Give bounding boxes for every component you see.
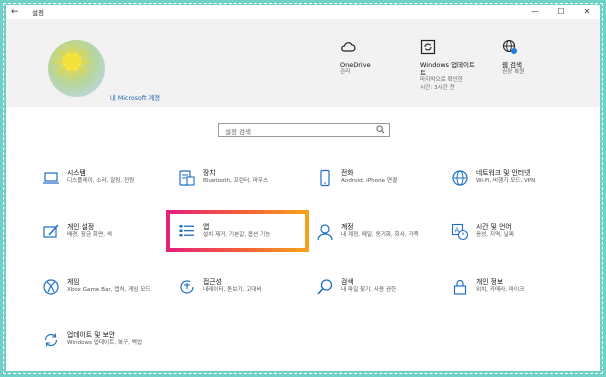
tile-title: 시스템 [67, 169, 86, 177]
lock-icon [453, 279, 467, 295]
tile-system[interactable]: 시스템 디스플레이, 소리, 알림, 전원 [42, 167, 177, 199]
tile-accounts[interactable]: 계정 내 계정, 메일, 동기화, 회사, 가족 [316, 221, 451, 253]
tile-desc: 내레이터, 돋보기, 고대비 [203, 287, 262, 293]
sync-icon [420, 39, 436, 55]
tile-desc: 위치, 카메라, 마이크 [476, 287, 525, 293]
sunflower-image [54, 46, 90, 78]
tile-phone[interactable]: 전화 Android, iPhone 연결 [316, 167, 451, 199]
keyboard-icon [179, 170, 195, 186]
cloud-icon [340, 39, 356, 55]
tile-desc: 내 계정, 메일, 동기화, 회사, 가족 [341, 232, 419, 238]
windows-update-title: Windows 업데이트 [420, 61, 476, 69]
title-bar: ← 설정 — ☐ ✕ [6, 5, 600, 19]
onedrive-item[interactable]: OneDrive 관리 [340, 39, 371, 77]
tile-desc: 디스플레이, 소리, 알림, 전원 [67, 178, 135, 184]
tile-title: 게임 [67, 278, 80, 286]
tile-desc: 배경, 잠금 화면, 색 [67, 232, 112, 238]
tile-title: 계정 [341, 223, 354, 231]
tile-accessibility[interactable]: 접근성 내레이터, 돋보기, 고대비 [178, 276, 313, 308]
xbox-icon [43, 279, 59, 295]
tile-privacy[interactable]: 개인 정보 위치, 카메라, 마이크 [451, 276, 586, 308]
tile-desc: 음성, 지역, 날짜 [476, 232, 514, 238]
time-language-icon: A [451, 223, 469, 241]
account-header: 내 Microsoft 계정 OneDrive 관리 Windows 업데이트 … [6, 19, 600, 107]
windows-update-sub1: 마지막으로 확인한 [420, 77, 463, 83]
avatar[interactable] [48, 40, 105, 97]
tile-search[interactable]: 검색 내 파일 찾기, 사용 권한 [316, 276, 451, 308]
minimize-button[interactable]: — [524, 5, 546, 19]
tile-desc: 내 파일 찾기, 사용 권한 [341, 287, 397, 293]
tile-title: 전화 [341, 169, 354, 177]
windows-update-title-wrap: 트 [420, 69, 426, 77]
laptop-icon [43, 172, 59, 184]
update-icon [44, 333, 58, 347]
tile-title: 장치 [203, 169, 216, 177]
search-placeholder: 설정 검색 [225, 128, 251, 136]
accessibility-icon [180, 280, 194, 294]
search-icon [317, 279, 333, 295]
paint-icon [43, 224, 59, 238]
maximize-button[interactable]: ☐ [550, 5, 572, 19]
tile-title: 검색 [341, 278, 354, 286]
windows-update-item[interactable]: Windows 업데이트 트 마지막으로 확인한 시간: 3시간 전 [420, 39, 475, 92]
person-icon [317, 224, 333, 241]
tile-desc: Xbox Game Bar, 캡처, 게임 모드 [67, 287, 151, 293]
window-title: 설정 [32, 9, 44, 17]
tile-gaming[interactable]: 게임 Xbox Game Bar, 캡처, 게임 모드 [42, 276, 177, 308]
tile-desc: Android, iPhone 연결 [341, 178, 398, 184]
tile-network[interactable]: 네트워크 및 인터넷 Wi-Fi, 비행기 모드, VPN [451, 167, 586, 199]
settings-search-input[interactable]: 설정 검색 [218, 123, 390, 137]
tile-title: 접근성 [203, 278, 222, 286]
tile-title: 개인 설정 [67, 223, 95, 231]
tile-update-security[interactable]: 업데이트 및 보안 Windows 업데이트, 복구, 백업 [42, 329, 177, 361]
tile-desc: Windows 업데이트, 복구, 백업 [67, 340, 143, 346]
onedrive-sub: 관리 [340, 69, 351, 75]
tile-title: 네트워크 및 인터넷 [476, 169, 531, 177]
tile-title: 개인 정보 [476, 278, 504, 286]
tile-desc: Wi-Fi, 비행기 모드, VPN [476, 178, 536, 184]
back-button[interactable]: ← [11, 6, 23, 18]
settings-window: ← 설정 — ☐ ✕ 내 Microsoft 계정 OneDrive 관리 Wi… [6, 5, 600, 371]
apps-highlight-box [166, 210, 309, 252]
globe-icon [502, 39, 518, 55]
tile-personalization[interactable]: 개인 설정 배경, 잠금 화면, 색 [42, 221, 177, 253]
tile-title: 업데이트 및 보안 [67, 331, 116, 339]
globe-icon [452, 170, 468, 186]
web-search-item[interactable]: 웹 검색 권장 복원 [502, 39, 524, 77]
phone-icon [320, 169, 330, 187]
magnifier-icon [376, 125, 385, 136]
web-search-title: 웹 검색 [502, 61, 523, 69]
tile-time-language[interactable]: A 시간 및 언어 음성, 지역, 날짜 [451, 221, 586, 253]
tile-title: 시간 및 언어 [476, 223, 512, 231]
tile-desc: Bluetooth, 프린터, 마우스 [203, 178, 269, 184]
microsoft-account-link[interactable]: 내 Microsoft 계정 [110, 93, 160, 102]
web-search-sub: 권장 복원 [502, 69, 525, 75]
windows-update-sub2: 시간: 3시간 전 [420, 84, 455, 91]
onedrive-title: OneDrive [340, 61, 371, 69]
close-button[interactable]: ✕ [576, 5, 598, 19]
tile-devices[interactable]: 장치 Bluetooth, 프린터, 마우스 [178, 167, 313, 199]
